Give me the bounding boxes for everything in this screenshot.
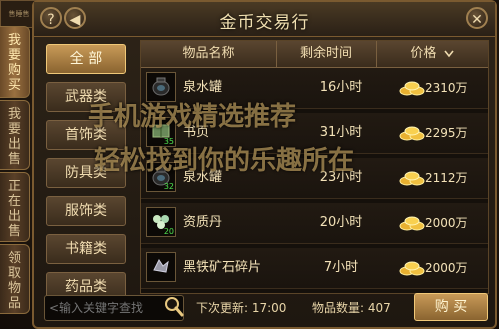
sort-chevron-down-icon <box>443 50 454 57</box>
item-quantity: 35 <box>163 137 174 146</box>
item-name: 书页 <box>183 125 210 140</box>
side-tab-char: 出 <box>7 137 21 152</box>
item-table: 物品名称 剩余时间 价格 泉水罐 16小时 2310万 35 书页 31小时 2295万 32… <box>140 40 489 294</box>
side-tab-char: 买 <box>7 78 21 93</box>
item-price: 2000万 <box>425 216 468 230</box>
side-tab-char: 我 <box>7 107 21 122</box>
side-tab-4[interactable]: 领取物品 <box>0 244 30 314</box>
side-tab-char: 售 <box>7 152 21 167</box>
table-row[interactable]: 20 资质丹 20小时 2000万 <box>141 203 488 244</box>
item-remaining-time: 20小时 <box>319 215 363 230</box>
gold-ingot-icon <box>399 126 425 141</box>
water-jar-icon <box>152 77 170 96</box>
item-price: 2000万 <box>425 261 468 275</box>
side-tab-2[interactable]: 我要出售 <box>0 100 30 170</box>
close-button[interactable]: ✕ <box>466 7 488 29</box>
category-button-4[interactable]: 防具类 <box>46 158 126 188</box>
gold-ingot-icon <box>399 81 425 96</box>
category-button-3[interactable]: 首饰类 <box>46 120 126 150</box>
item-name: 黑铁矿石碎片 <box>183 260 262 275</box>
table-row[interactable]: 泉水罐 16小时 2310万 <box>141 68 488 109</box>
item-count-text: 物品数量: 407 <box>312 301 391 315</box>
side-tab-3[interactable]: 正在出售 <box>0 172 30 242</box>
side-tab-char: 我 <box>7 33 21 48</box>
next-refresh-text: 下次更新: 17:00 <box>196 301 287 315</box>
side-tab-char: 领 <box>7 251 21 266</box>
gold-ingot-icon <box>399 171 425 186</box>
item-remaining-time: 23小时 <box>319 170 363 185</box>
side-tab-char: 售 <box>7 224 21 239</box>
side-tab-char: 购 <box>7 63 21 78</box>
side-tab-char: 在 <box>7 194 21 209</box>
window-title: 金币交易行 <box>219 13 310 33</box>
trading-screen: 售睡售 我要购买我要出售正在出售领取物品 ? ◀ 金币交易行 ✕ 全 部武器类首… <box>0 0 499 329</box>
category-button-1[interactable]: 全 部 <box>46 44 126 74</box>
item-slot[interactable] <box>146 72 176 102</box>
header-time[interactable]: 剩余时间 <box>276 41 377 67</box>
search-input[interactable] <box>44 295 184 321</box>
category-button-5[interactable]: 服饰类 <box>46 196 126 226</box>
item-slot[interactable] <box>146 252 176 282</box>
item-remaining-time: 16小时 <box>319 80 363 95</box>
table-row[interactable]: 32 泉水罐 23小时 2112万 <box>141 158 488 199</box>
item-remaining-time: 31小时 <box>319 125 363 140</box>
category-button-6[interactable]: 书籍类 <box>46 234 126 264</box>
item-slot[interactable]: 35 <box>146 117 176 147</box>
search-icon[interactable] <box>164 296 184 318</box>
item-name: 泉水罐 <box>183 80 223 95</box>
side-tab-char: 取 <box>7 266 21 281</box>
gold-ingot-icon <box>399 261 425 276</box>
header-name[interactable]: 物品名称 <box>141 41 277 67</box>
table-row[interactable]: 黑铁矿石碎片 7小时 2000万 <box>141 248 488 289</box>
category-button-2[interactable]: 武器类 <box>46 82 126 112</box>
item-price: 2310万 <box>425 81 468 95</box>
side-tab-char: 正 <box>7 179 21 194</box>
side-tab-char: 品 <box>7 296 21 311</box>
gold-trading-window: ? ◀ 金币交易行 ✕ 全 部武器类 首饰类 防具类 服饰类 书籍类 药品类 物品名称 剩… <box>32 0 497 329</box>
table-row[interactable]: 35 书页 31小时 2295万 <box>141 113 488 154</box>
item-price: 2295万 <box>425 126 468 140</box>
side-tab-char: 要 <box>7 48 21 63</box>
item-name: 泉水罐 <box>183 170 223 185</box>
header-price-label: 价格 <box>410 46 437 61</box>
table-header: 物品名称 剩余时间 价格 <box>141 41 488 68</box>
item-slot[interactable]: 32 <box>146 162 176 192</box>
side-tab-1[interactable]: 我要购买 <box>0 26 30 98</box>
side-tab-char: 要 <box>7 122 21 137</box>
category-list: 全 部武器类 首饰类 防具类 服饰类 书籍类 药品类 <box>46 44 130 310</box>
item-quantity: 20 <box>163 227 174 236</box>
item-slot[interactable]: 20 <box>146 207 176 237</box>
item-price: 2112万 <box>425 171 468 185</box>
title-bar: ? ◀ 金币交易行 ✕ <box>34 2 495 37</box>
item-quantity: 32 <box>163 182 174 191</box>
item-remaining-time: 7小时 <box>323 260 359 275</box>
item-name: 资质丹 <box>183 215 223 230</box>
gold-ingot-icon <box>399 216 425 231</box>
header-price[interactable]: 价格 <box>376 41 488 67</box>
side-tab-char: 物 <box>7 281 21 296</box>
side-tab-char: 出 <box>7 209 21 224</box>
buy-button[interactable]: 购 买 <box>414 293 488 321</box>
ore-shard-icon <box>153 259 169 273</box>
